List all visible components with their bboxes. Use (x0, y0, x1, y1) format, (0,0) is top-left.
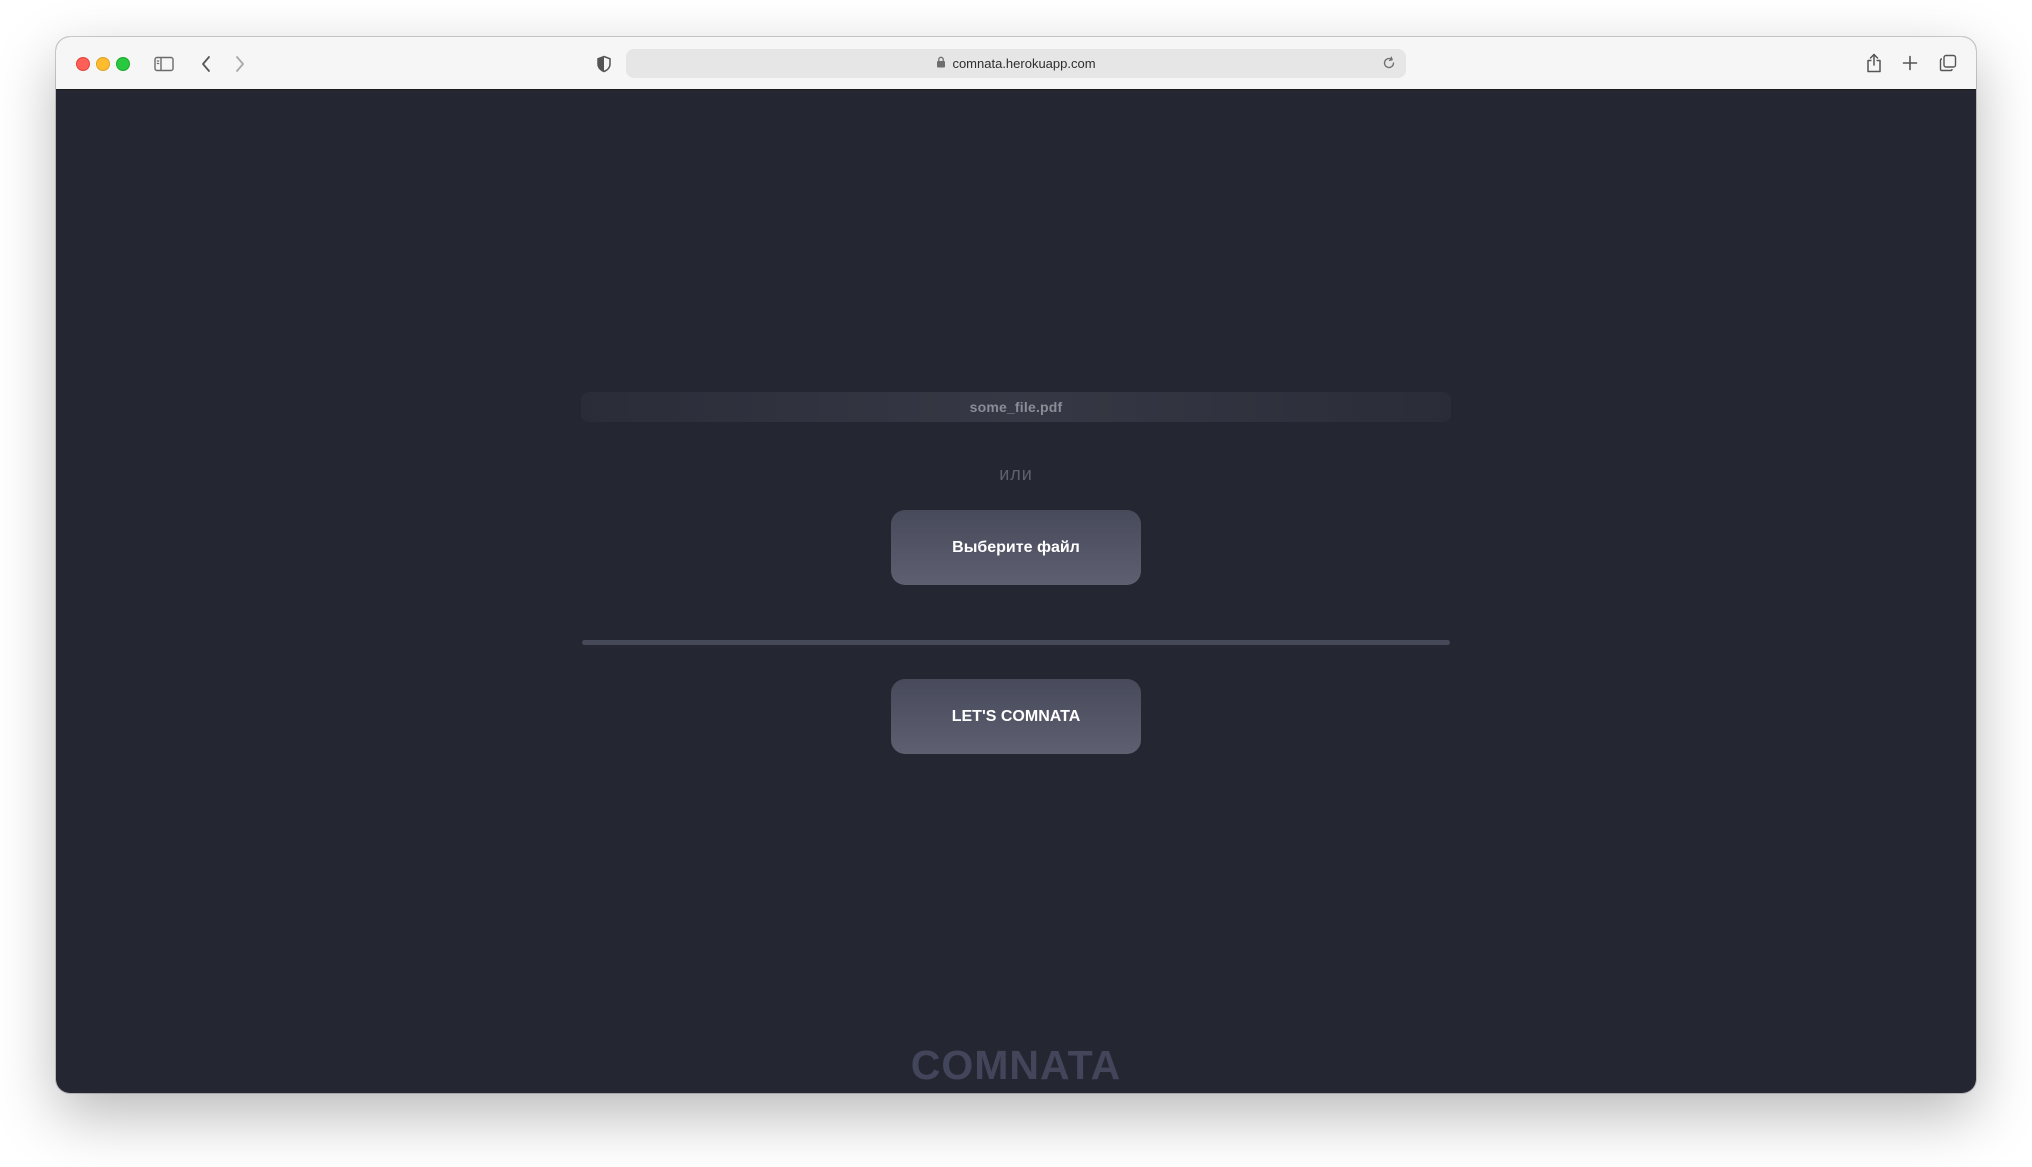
lets-comnata-button[interactable]: LET'S COMNATA (891, 679, 1141, 754)
file-drop-zone[interactable]: some_file.pdf (581, 392, 1451, 422)
address-bar[interactable]: comnata.herokuapp.com (626, 49, 1406, 78)
choose-file-button[interactable]: Выберите файл (891, 510, 1141, 585)
browser-window: comnata.herokuapp.com some_file.pdf или … (56, 37, 1976, 1093)
reload-icon[interactable] (1380, 54, 1398, 72)
shield-icon[interactable] (592, 52, 616, 76)
zoom-window-button[interactable] (116, 57, 130, 71)
selected-file-name: some_file.pdf (969, 399, 1063, 415)
browser-toolbar: comnata.herokuapp.com (56, 37, 1976, 90)
url-text: comnata.herokuapp.com (952, 56, 1096, 71)
plus-icon[interactable] (1898, 51, 1922, 75)
site-logo: COMNATA (910, 1042, 1122, 1088)
chevron-left-icon[interactable] (194, 52, 218, 76)
share-icon[interactable] (1862, 51, 1886, 75)
chevron-right-icon[interactable] (228, 52, 252, 76)
choose-file-label: Выберите файл (952, 538, 1080, 556)
page-content: some_file.pdf или Выберите файл LET'S CO… (56, 90, 1976, 1093)
tabs-overview-icon[interactable] (1936, 51, 1960, 75)
or-separator-label: или (999, 464, 1033, 484)
divider (582, 640, 1450, 645)
minimize-window-button[interactable] (96, 57, 110, 71)
lock-icon (936, 55, 946, 73)
sidebar-icon[interactable] (152, 52, 176, 76)
close-window-button[interactable] (76, 57, 90, 71)
lets-comnata-label: LET'S COMNATA (951, 707, 1081, 725)
